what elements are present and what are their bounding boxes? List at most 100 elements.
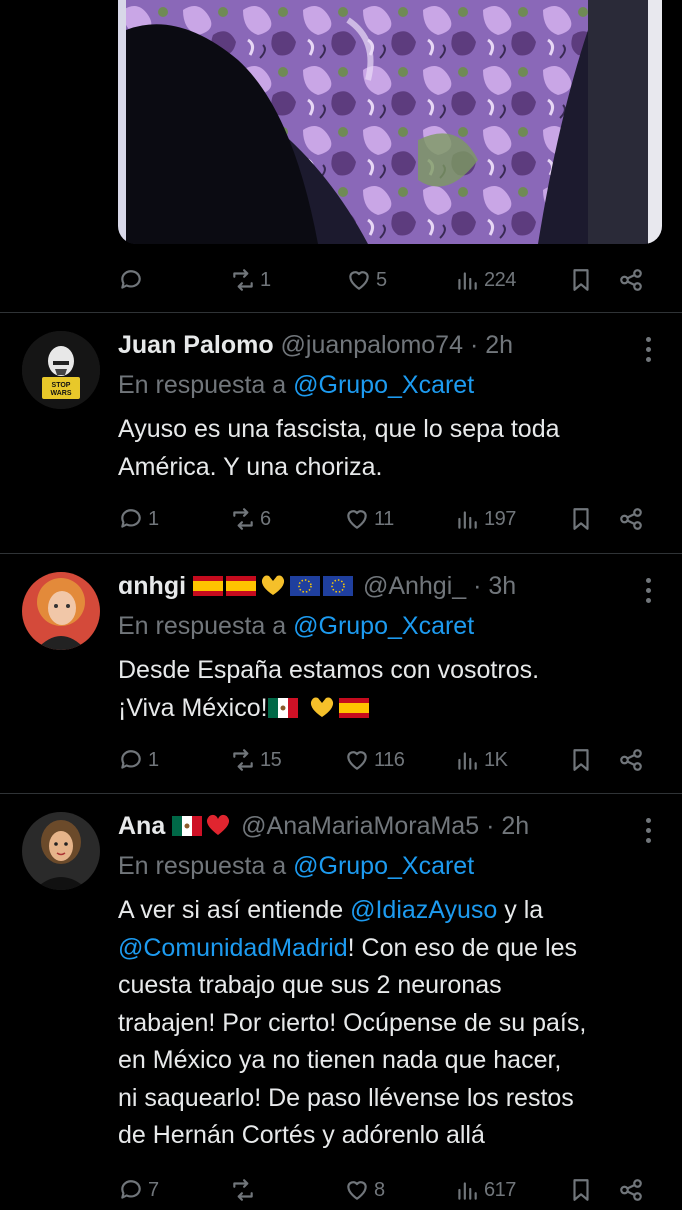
avatar[interactable]: STOP WARS	[22, 331, 100, 409]
like-button[interactable]: 8	[344, 1177, 385, 1203]
tweet-time[interactable]: · 2h	[486, 812, 529, 840]
reply-tweet[interactable]: Ana @AnaMariaMoraMa5 · 2h En respuesta a…	[0, 794, 682, 1201]
mexico-flag-icon	[172, 816, 203, 836]
mention-link[interactable]: @IdiazAyuso	[350, 896, 497, 924]
avatar-badge-text: STOP	[52, 382, 71, 389]
tweet-actions: 1 15 116 1K	[118, 740, 658, 780]
tweet-header: Ana @AnaMariaMoraMa5 · 2h	[118, 812, 529, 841]
user-handle[interactable]: @AnaMariaMoraMa5	[241, 812, 479, 840]
more-options-button[interactable]	[646, 818, 652, 848]
display-name[interactable]: Ana	[118, 812, 165, 840]
heart-icon	[347, 751, 367, 770]
tweet-text-segment: y la	[497, 896, 544, 924]
retweet-button[interactable]: 15	[230, 747, 282, 773]
bookmark-button[interactable]	[568, 747, 594, 773]
views-button[interactable]: 1K	[454, 747, 508, 773]
user-handle[interactable]: @Anhgi_	[363, 572, 466, 600]
like-count: 5	[376, 268, 387, 291]
reply-button[interactable]: 7	[118, 1177, 159, 1203]
top-tweet-actions: 1 5 224	[118, 260, 658, 300]
tweet-text: Ayuso es una fascista, que lo sepa toda …	[118, 411, 658, 486]
like-button[interactable]: 116	[344, 747, 405, 773]
reply-to-mention[interactable]: @Grupo_Xcaret	[293, 371, 474, 399]
bookmark-icon	[573, 749, 589, 771]
views-count: 617	[484, 1178, 516, 1201]
reply-prefix: En respuesta a	[118, 852, 287, 880]
heart-hands-icon	[310, 697, 333, 717]
tweet-time[interactable]: · 3h	[473, 572, 516, 600]
retweet-count: 6	[260, 507, 271, 530]
views-button[interactable]: 617	[454, 1177, 516, 1203]
share-button[interactable]	[618, 267, 644, 293]
avatar[interactable]	[22, 572, 100, 650]
avatar-badge-text: WARS	[51, 390, 72, 397]
reply-to-mention[interactable]: @Grupo_Xcaret	[293, 852, 474, 880]
user-avatar-image	[22, 812, 100, 890]
reply-context: En respuesta a @Grupo_Xcaret	[118, 371, 474, 400]
views-icon	[458, 752, 477, 770]
views-button[interactable]: 197	[454, 506, 516, 532]
share-button[interactable]	[618, 747, 644, 773]
tweet-text-line: en México ya no tienen nada que hacer,	[118, 1046, 562, 1074]
reply-icon	[121, 750, 141, 769]
reply-icon	[121, 1180, 141, 1199]
bookmark-button[interactable]	[568, 1177, 594, 1203]
tweet-actions: 1 6 11 197	[118, 499, 658, 539]
tweet-text-segment: ¡Viva México!	[118, 693, 268, 722]
share-button[interactable]	[618, 1177, 644, 1203]
bookmark-button[interactable]	[568, 267, 594, 293]
tweet-text-line: de Hernán Cortés y adórenlo allá	[118, 1121, 485, 1149]
reply-context: En respuesta a @Grupo_Xcaret	[118, 612, 474, 641]
share-icon	[620, 1179, 642, 1201]
retweet-button[interactable]: 6	[230, 506, 271, 532]
tweet-text-line: ¡Viva México!	[118, 690, 658, 728]
tweet-text-segment: A ver si así entiende	[118, 896, 351, 924]
stormtrooper-avatar-image: STOP WARS	[22, 331, 100, 409]
tweet-text-segment: ! Con eso de que les	[347, 933, 577, 962]
views-count: 1K	[484, 748, 508, 771]
bookmark-icon	[573, 1179, 589, 1201]
display-name[interactable]: ɑnhgi	[118, 572, 186, 600]
reply-tweet[interactable]: STOP WARS Juan Palomo @juanpalomo74 · 2h…	[0, 313, 682, 553]
spain-flag-icon	[338, 697, 369, 718]
reply-count: 1	[148, 507, 159, 530]
reply-context: En respuesta a @Grupo_Xcaret	[118, 852, 474, 881]
tweet-actions: 7 8 617	[118, 1170, 658, 1210]
reply-button[interactable]	[118, 267, 148, 293]
reply-button[interactable]: 1	[118, 506, 159, 532]
retweet-icon	[233, 269, 253, 291]
reply-button[interactable]: 1	[118, 747, 159, 773]
heart-icon	[347, 510, 367, 529]
views-button[interactable]: 224	[454, 267, 516, 293]
tweet-media-image[interactable]	[118, 0, 662, 244]
tweet-time[interactable]: · 2h	[470, 331, 513, 359]
reply-to-mention[interactable]: @Grupo_Xcaret	[293, 612, 474, 640]
views-icon	[458, 272, 477, 290]
more-options-button[interactable]	[646, 337, 652, 367]
mention-link[interactable]: @ComunidadMadrid	[118, 934, 348, 962]
like-count: 11	[374, 507, 394, 530]
reply-tweet[interactable]: ɑnhgi @Anhgi_ · 3h En respuesta a @Grupo…	[0, 554, 682, 794]
retweet-button[interactable]	[230, 1177, 260, 1203]
retweet-button[interactable]: 1	[230, 267, 271, 293]
share-icon	[620, 269, 642, 291]
reply-count: 7	[148, 1178, 159, 1201]
display-name[interactable]: Juan Palomo	[118, 331, 274, 359]
bookmark-button[interactable]	[568, 506, 594, 532]
tweet-text: Desde España estamos con vosotros. ¡Viva…	[118, 652, 658, 727]
eu-flag-icon	[289, 576, 320, 596]
like-button[interactable]: 11	[344, 506, 394, 532]
heart-icon	[347, 1181, 367, 1200]
retweet-count: 15	[260, 748, 282, 771]
reply-prefix: En respuesta a	[118, 371, 287, 399]
more-options-button[interactable]	[646, 578, 652, 608]
tweet-text-line: Ayuso es una fascista, que lo sepa toda	[118, 415, 560, 443]
tweet-text-line: América. Y una choriza.	[118, 452, 383, 481]
like-button[interactable]: 5	[346, 267, 387, 293]
share-icon	[620, 508, 642, 530]
views-count: 197	[484, 507, 516, 530]
user-handle[interactable]: @juanpalomo74	[281, 331, 463, 359]
avatar[interactable]	[22, 812, 100, 890]
eu-flag-icon	[322, 576, 353, 596]
share-button[interactable]	[618, 506, 644, 532]
